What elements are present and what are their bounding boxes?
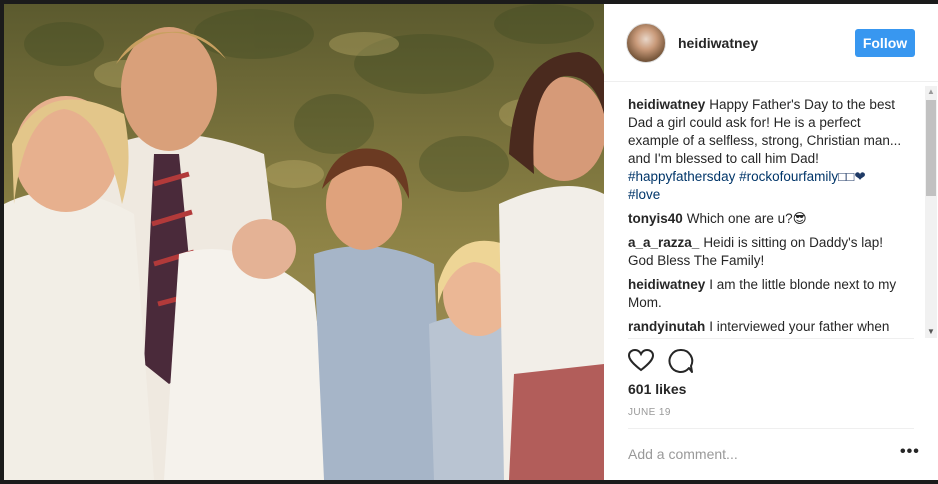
post-date[interactable]: JUNE 19: [628, 407, 671, 418]
caption-hashtag-love[interactable]: #love: [628, 186, 906, 204]
comment-item: randyinutah I interviewed your father whe…: [628, 318, 906, 336]
comments-list: heidiwatney Happy Father's Day to the bes…: [628, 96, 906, 336]
family-photo-illustration: [4, 4, 604, 480]
comment-username[interactable]: a_a_razza_: [628, 235, 699, 250]
likes-count[interactable]: 601 likes: [628, 381, 686, 397]
comment-text: Which one are u?😎: [686, 211, 807, 226]
post-header: heidiwatney Follow: [604, 4, 938, 82]
instagram-post-modal: heidiwatney Follow heidiwatney Happy Fath…: [0, 0, 938, 484]
caption-hashtags[interactable]: #happyfathersday #rockofourfamily: [628, 169, 838, 184]
comments-scrollbar[interactable]: ▲ ▼: [925, 86, 937, 338]
divider: [628, 338, 914, 339]
scroll-thumb[interactable]: [926, 100, 936, 196]
heart-icon[interactable]: [628, 348, 654, 374]
caption-username[interactable]: heidiwatney: [628, 97, 705, 112]
comment-item: a_a_razza_ Heidi is sitting on Daddy's la…: [628, 234, 906, 270]
comment-bubble-icon[interactable]: [668, 348, 694, 374]
post-photo[interactable]: [4, 4, 604, 480]
comment-username[interactable]: tonyis40: [628, 211, 683, 226]
add-comment-input[interactable]: [628, 445, 878, 463]
post-details-panel: heidiwatney Follow heidiwatney Happy Fath…: [604, 4, 938, 480]
caption-emojis: □□❤: [838, 169, 866, 184]
scroll-down-arrow-icon[interactable]: ▼: [925, 326, 937, 338]
comment-item: heidiwatney I am the little blonde next t…: [628, 276, 906, 312]
comment-username[interactable]: heidiwatney: [628, 277, 705, 292]
scroll-up-arrow-icon[interactable]: ▲: [925, 86, 937, 98]
caption: heidiwatney Happy Father's Day to the bes…: [628, 96, 906, 204]
divider: [628, 428, 914, 429]
follow-button[interactable]: Follow: [855, 29, 915, 57]
comment-text: I interviewed your father when: [709, 319, 890, 334]
comment-username[interactable]: randyinutah: [628, 319, 705, 334]
post-username[interactable]: heidiwatney: [678, 35, 758, 51]
comment-item: tonyis40 Which one are u?😎: [628, 210, 906, 228]
avatar[interactable]: [626, 23, 666, 63]
more-options-icon[interactable]: •••: [900, 444, 920, 460]
